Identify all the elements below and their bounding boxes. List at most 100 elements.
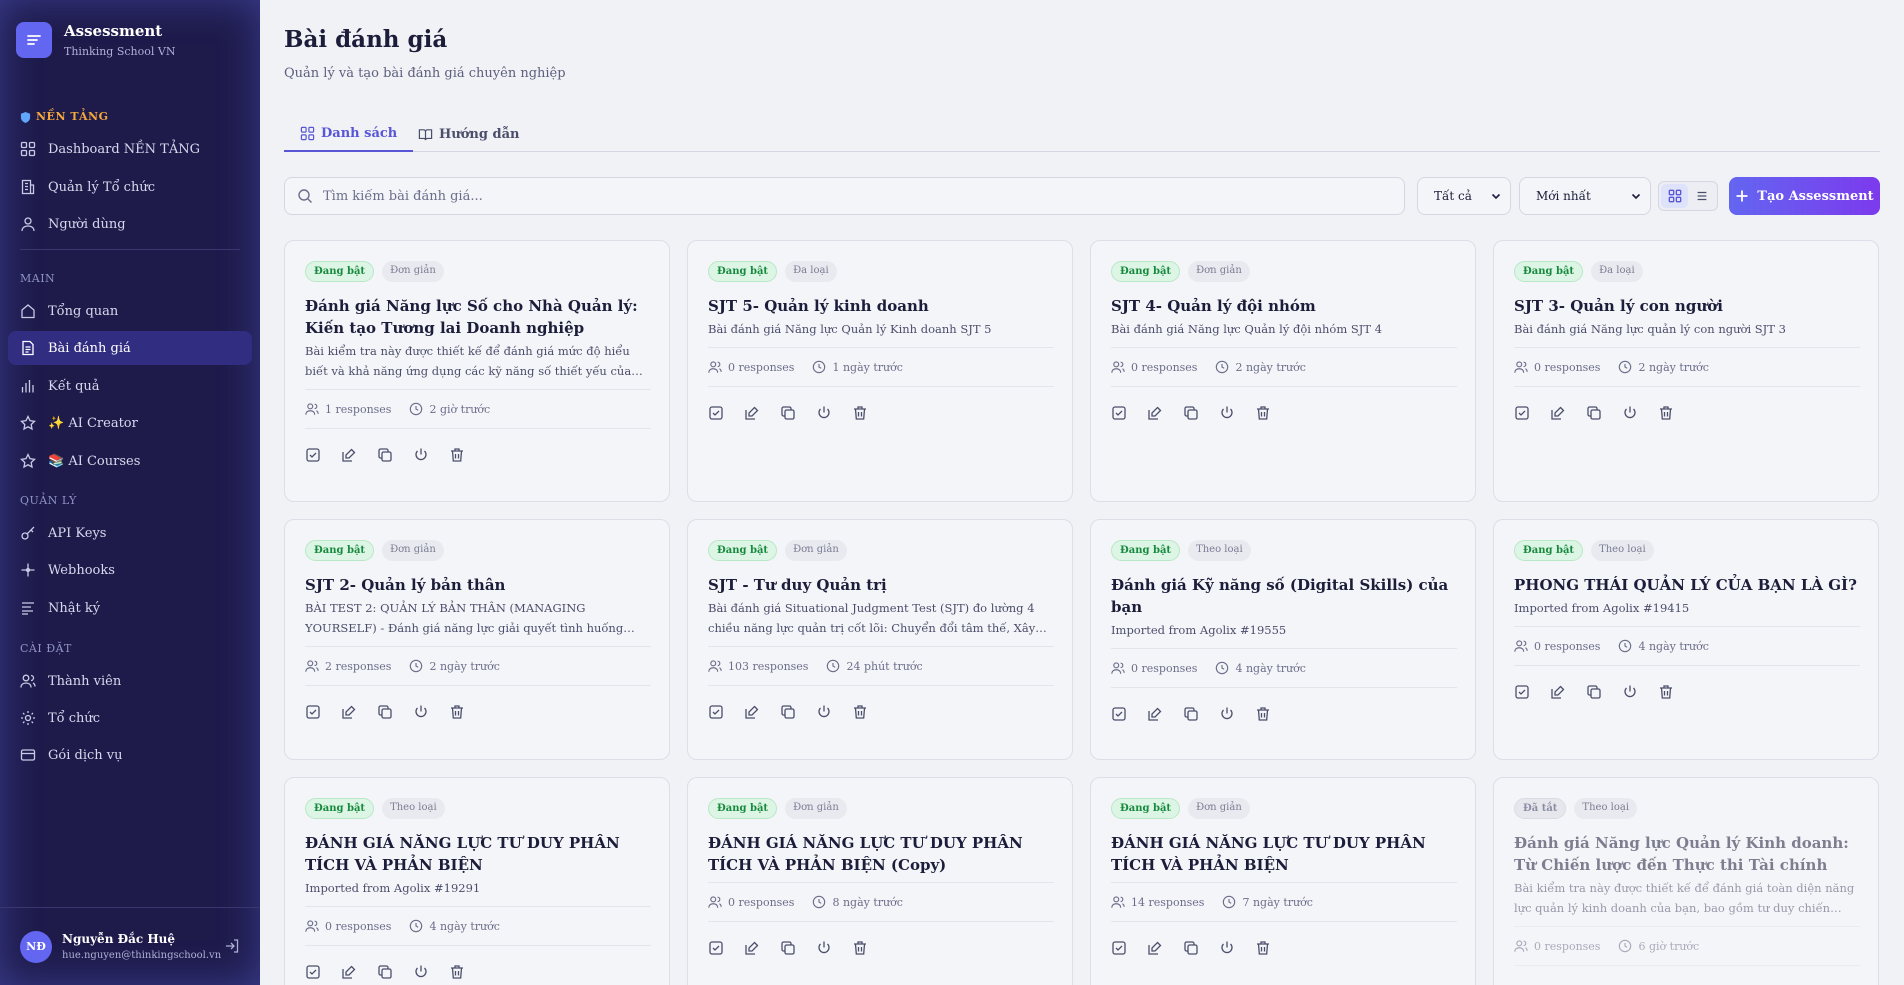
duplicate-icon[interactable] — [1183, 706, 1199, 722]
trash-icon[interactable] — [449, 447, 465, 463]
card-title[interactable]: Đánh giá Kỹ năng số (Digital Skills) của… — [1111, 574, 1457, 618]
edit-icon[interactable] — [1147, 405, 1163, 421]
edit-icon[interactable] — [1550, 684, 1566, 700]
duplicate-icon[interactable] — [780, 704, 796, 720]
edit-icon[interactable] — [1550, 405, 1566, 421]
review-icon[interactable] — [1111, 706, 1127, 722]
sidebar-item-members[interactable]: Thành viên — [8, 664, 252, 698]
duplicate-icon[interactable] — [1183, 405, 1199, 421]
assessment-card[interactable]: Đang bật Đơn giản ĐÁNH GIÁ NĂNG LỰC TƯ DUY… — [687, 777, 1073, 985]
card-title[interactable]: Đánh giá Năng lực Số cho Nhà Quản lý: Ki… — [305, 295, 651, 339]
assessment-card[interactable]: Đang bật Đơn giản SJT 2- Quản lý bản thân B… — [284, 519, 670, 760]
edit-icon[interactable] — [1147, 940, 1163, 956]
assessment-card[interactable]: Đang bật Theo loại ĐÁNH GIÁ NĂNG LỰC TƯ DU… — [284, 777, 670, 985]
trash-icon[interactable] — [1255, 706, 1271, 722]
trash-icon[interactable] — [449, 704, 465, 720]
sidebar-item-ai-creator[interactable]: ✨ AI Creator — [8, 406, 252, 440]
trash-icon[interactable] — [1658, 405, 1674, 421]
sidebar-item-results[interactable]: Kết quả — [8, 369, 252, 403]
create-assessment-button[interactable]: Tạo Assessment — [1729, 177, 1880, 215]
power-icon[interactable] — [816, 405, 832, 421]
card-title[interactable]: Đánh giá Năng lực Quản lý Kinh doanh: Từ… — [1514, 832, 1860, 876]
assessment-card[interactable]: Đang bật Đơn giản Đánh giá Năng lực Số cho… — [284, 240, 670, 502]
review-icon[interactable] — [1111, 405, 1127, 421]
card-title[interactable]: SJT 5- Quản lý kinh doanh — [708, 295, 1054, 317]
tab-guide[interactable]: Hướng dẫn — [402, 116, 535, 152]
edit-icon[interactable] — [744, 704, 760, 720]
sidebar-item-webhooks[interactable]: Webhooks — [8, 553, 252, 587]
power-icon[interactable] — [413, 704, 429, 720]
tab-list[interactable]: Danh sách — [284, 116, 414, 152]
sidebar-item-ai-courses[interactable]: 📚 AI Courses — [8, 444, 252, 478]
edit-icon[interactable] — [1147, 706, 1163, 722]
sort-select[interactable]: Mới nhất — [1519, 177, 1651, 215]
assessment-card[interactable]: Đang bật Đơn giản ĐÁNH GIÁ NĂNG LỰC TƯ DUY… — [1090, 777, 1476, 985]
search-input[interactable] — [323, 188, 1323, 204]
sidebar-item-organizations[interactable]: Quản lý Tổ chức — [8, 170, 252, 204]
duplicate-icon[interactable] — [780, 405, 796, 421]
power-icon[interactable] — [1219, 706, 1235, 722]
power-icon[interactable] — [816, 704, 832, 720]
assessment-card[interactable]: Đang bật Theo loại PHONG THÁI QUẢN LÝ CỦA … — [1493, 519, 1879, 760]
assessment-card[interactable]: Đang bật Đa loại SJT 5- Quản lý kinh doanh… — [687, 240, 1073, 502]
card-title[interactable]: ĐÁNH GIÁ NĂNG LỰC TƯ DUY PHÂN TÍCH VÀ PH… — [708, 832, 1054, 876]
card-title[interactable]: SJT 2- Quản lý bản thân — [305, 574, 651, 596]
list-view-button[interactable] — [1688, 184, 1715, 208]
power-icon[interactable] — [816, 940, 832, 956]
power-icon[interactable] — [413, 447, 429, 463]
sidebar-item-users[interactable]: Người dùng — [8, 207, 252, 241]
trash-icon[interactable] — [449, 964, 465, 980]
brand[interactable]: Assessment Thinking School VN — [16, 22, 175, 58]
user-profile[interactable]: NĐ Nguyễn Đắc Huệ hue.nguyen@thinkingsch… — [0, 907, 260, 985]
review-icon[interactable] — [708, 704, 724, 720]
duplicate-icon[interactable] — [377, 447, 393, 463]
edit-icon[interactable] — [341, 704, 357, 720]
trash-icon[interactable] — [852, 704, 868, 720]
duplicate-icon[interactable] — [1183, 940, 1199, 956]
grid-view-button[interactable] — [1661, 184, 1688, 208]
trash-icon[interactable] — [1255, 940, 1271, 956]
sidebar-item-overview[interactable]: Tổng quan — [8, 294, 252, 328]
power-icon[interactable] — [1622, 684, 1638, 700]
sidebar-item-organization[interactable]: Tổ chức — [8, 701, 252, 735]
edit-icon[interactable] — [744, 405, 760, 421]
review-icon[interactable] — [708, 940, 724, 956]
edit-icon[interactable] — [341, 964, 357, 980]
assessment-card[interactable]: Đang bật Đơn giản SJT 4- Quản lý đội nhóm B… — [1090, 240, 1476, 502]
trash-icon[interactable] — [852, 405, 868, 421]
duplicate-icon[interactable] — [377, 964, 393, 980]
power-icon[interactable] — [1219, 405, 1235, 421]
review-icon[interactable] — [305, 447, 321, 463]
card-title[interactable]: ĐÁNH GIÁ NĂNG LỰC TƯ DUY PHÂN TÍCH VÀ PH… — [1111, 832, 1457, 876]
card-title[interactable]: PHONG THÁI QUẢN LÝ CỦA BẠN LÀ GÌ? — [1514, 574, 1860, 596]
status-filter-select[interactable]: Tất cả — [1417, 177, 1511, 215]
duplicate-icon[interactable] — [377, 704, 393, 720]
power-icon[interactable] — [1219, 940, 1235, 956]
card-title[interactable]: SJT 4- Quản lý đội nhóm — [1111, 295, 1457, 317]
logout-icon[interactable] — [224, 938, 240, 958]
sidebar-item-plans[interactable]: Gói dịch vụ — [8, 738, 252, 772]
review-icon[interactable] — [305, 964, 321, 980]
trash-icon[interactable] — [1658, 684, 1674, 700]
trash-icon[interactable] — [1255, 405, 1271, 421]
assessment-card[interactable]: Đang bật Đơn giản SJT - Tư duy Quản trị Bài… — [687, 519, 1073, 760]
duplicate-icon[interactable] — [1586, 684, 1602, 700]
card-title[interactable]: ĐÁNH GIÁ NĂNG LỰC TƯ DUY PHÂN TÍCH VÀ PH… — [305, 832, 651, 876]
sidebar-item-assessments[interactable]: Bài đánh giá — [8, 331, 252, 365]
assessment-card[interactable]: Đang bật Đa loại SJT 3- Quản lý con người B… — [1493, 240, 1879, 502]
assessment-card[interactable]: Đã tắt Theo loại Đánh giá Năng lực Quản lý… — [1493, 777, 1879, 985]
assessment-card[interactable]: Đang bật Theo loại Đánh giá Kỹ năng số (Di… — [1090, 519, 1476, 760]
power-icon[interactable] — [413, 964, 429, 980]
sidebar-item-logs[interactable]: Nhật ký — [8, 591, 252, 625]
review-icon[interactable] — [708, 405, 724, 421]
review-icon[interactable] — [1514, 405, 1530, 421]
sidebar-item-api-keys[interactable]: API Keys — [8, 516, 252, 550]
edit-icon[interactable] — [744, 940, 760, 956]
card-title[interactable]: SJT 3- Quản lý con người — [1514, 295, 1860, 317]
card-title[interactable]: SJT - Tư duy Quản trị — [708, 574, 1054, 596]
duplicate-icon[interactable] — [780, 940, 796, 956]
duplicate-icon[interactable] — [1586, 405, 1602, 421]
review-icon[interactable] — [305, 704, 321, 720]
review-icon[interactable] — [1514, 684, 1530, 700]
trash-icon[interactable] — [852, 940, 868, 956]
